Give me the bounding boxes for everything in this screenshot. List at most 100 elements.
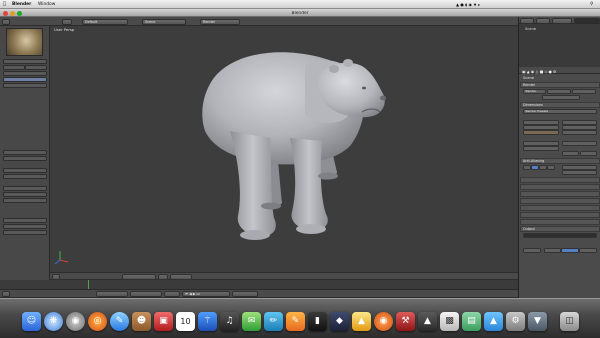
preview-icon[interactable]: ▩	[440, 312, 459, 331]
inkscape-icon[interactable]: ▲	[418, 312, 437, 331]
render-presets-select[interactable]: Render Presets	[523, 109, 597, 114]
panel-stamp[interactable]	[520, 212, 600, 218]
file-format-select[interactable]	[523, 248, 541, 253]
output-panel-header[interactable]: Output	[520, 226, 600, 232]
tool-row-5[interactable]	[3, 77, 47, 82]
utility-icon[interactable]: ⚒	[396, 312, 415, 331]
panel-performance[interactable]	[520, 191, 600, 197]
audio-button[interactable]	[572, 89, 596, 94]
sync-mode-select[interactable]	[232, 290, 258, 297]
chrome-icon[interactable]: ◉	[66, 312, 85, 331]
aa-filter-size-field[interactable]	[562, 170, 597, 175]
aspect-y-field[interactable]	[523, 146, 559, 151]
tool-row-12[interactable]	[3, 192, 47, 197]
current-frame-field[interactable]	[164, 290, 180, 297]
window-menu[interactable]: Window	[38, 2, 55, 7]
panel-shading[interactable]	[520, 184, 600, 190]
tool-row-1[interactable]	[3, 59, 47, 64]
aa-samples-11[interactable]	[539, 165, 547, 170]
color-rgb-button[interactable]	[561, 248, 579, 253]
outliner-scene[interactable]: Scene	[525, 27, 597, 32]
aa-samples-8[interactable]	[531, 165, 539, 170]
blender-icon[interactable]: ◉	[374, 312, 393, 331]
timeline-playhead[interactable]	[88, 280, 89, 289]
mode-select[interactable]	[122, 273, 156, 280]
3d-viewport[interactable]: User Persp	[50, 26, 518, 272]
display-select[interactable]	[542, 95, 580, 100]
properties-context-icons[interactable]: ▣ ▲ ◉ △ ■ ◇ ● ⚙	[522, 69, 556, 74]
trash-icon[interactable]: ◫	[560, 312, 579, 331]
editor-type-icon[interactable]	[2, 18, 10, 25]
outliner-tab-search[interactable]	[536, 17, 550, 24]
panel-sampled-motion-blur[interactable]	[520, 177, 600, 183]
safari-icon[interactable]: ❋	[44, 312, 63, 331]
pages-icon[interactable]: ✎	[286, 312, 305, 331]
playback-controls[interactable]: ⏮ ◀ ▶ ⏭	[182, 290, 230, 297]
frame-rate-select[interactable]	[562, 141, 597, 146]
tool-row-8[interactable]	[3, 156, 47, 161]
tool-row-9[interactable]	[3, 168, 47, 173]
tool-row-7[interactable]	[3, 150, 47, 155]
panel-bake[interactable]	[520, 219, 600, 225]
tool-row-3[interactable]	[25, 65, 47, 70]
aa-samples-5[interactable]	[523, 165, 531, 170]
outliner-item-active[interactable]	[531, 45, 597, 50]
screen-layout-select[interactable]: Default	[82, 18, 128, 25]
finder-icon[interactable]: ☺	[22, 312, 41, 331]
mail-icon[interactable]: ✉	[242, 312, 261, 331]
outliner-item-1[interactable]	[531, 33, 597, 38]
keynote-icon[interactable]: ▲	[484, 312, 503, 331]
outliner-search-input[interactable]	[574, 18, 600, 23]
tool-row-6[interactable]	[3, 83, 47, 88]
after-effects-icon[interactable]: ◆	[330, 312, 349, 331]
contacts-icon[interactable]: ☻	[132, 312, 151, 331]
downloads-stack-icon[interactable]: ▼	[528, 312, 547, 331]
brush-preview-thumbnail[interactable]	[6, 28, 43, 56]
tool-row-11[interactable]	[3, 186, 47, 191]
app-menu-blender[interactable]: Blender	[12, 2, 31, 7]
output-path-field[interactable]	[523, 233, 597, 238]
animation-button[interactable]	[547, 89, 571, 94]
viewport-shading-select[interactable]	[158, 273, 168, 280]
firefox-icon[interactable]: ◎	[88, 312, 107, 331]
calendar-icon[interactable]: 10	[176, 312, 195, 331]
timeline[interactable]	[0, 280, 600, 290]
time-remap-old-field[interactable]	[562, 151, 579, 156]
frame-step-field[interactable]	[562, 130, 597, 135]
photo-booth-icon[interactable]: ▣	[154, 312, 173, 331]
viewport-pivot-buttons[interactable]	[170, 273, 192, 280]
status-icons[interactable]: ▲ ● ◖ ◉ ♦ ▸	[456, 2, 480, 7]
apple-menu-icon[interactable]: 	[3, 1, 6, 7]
tool-row-14[interactable]	[3, 218, 47, 223]
color-bw-button[interactable]	[544, 248, 561, 253]
frame-end-field[interactable]	[130, 290, 162, 297]
scene-select[interactable]: Scene	[142, 18, 186, 25]
system-preferences-icon[interactable]: ⚙	[506, 312, 525, 331]
timeline-editor-type-icon[interactable]	[2, 290, 10, 297]
dimensions-panel-header[interactable]: Dimensions	[520, 102, 600, 108]
outliner-tab-view[interactable]	[520, 17, 534, 24]
polar-bear-mesh[interactable]	[202, 52, 386, 240]
vlc-icon[interactable]: ▲	[352, 312, 371, 331]
panel-freestyle[interactable]	[520, 205, 600, 211]
render-button[interactable]: Render	[523, 89, 546, 94]
render-panel-header[interactable]: Render	[520, 82, 600, 88]
anti-aliasing-panel-header[interactable]: Anti-Aliasing	[520, 158, 600, 164]
itunes-icon[interactable]: ♫	[220, 312, 239, 331]
notes-icon[interactable]: ✏	[264, 312, 283, 331]
tool-row-13[interactable]	[3, 198, 47, 203]
messages-icon[interactable]: ✎	[110, 312, 129, 331]
spotlight-icon[interactable]: ⚲	[590, 2, 593, 7]
outliner-item-2[interactable]	[531, 39, 597, 44]
outliner-tab-all-scenes[interactable]	[552, 17, 572, 24]
color-rgba-button[interactable]	[579, 248, 597, 253]
tool-row-15[interactable]	[3, 224, 47, 229]
tool-row-2[interactable]	[3, 65, 25, 70]
app-store-icon[interactable]: ⚚	[198, 312, 217, 331]
viewport-editor-type-icon[interactable]	[52, 273, 60, 280]
tool-row-4[interactable]	[3, 71, 47, 76]
render-engine-select[interactable]: Render	[200, 18, 240, 25]
frame-start-field[interactable]	[96, 290, 128, 297]
terminal-icon[interactable]: ▮	[308, 312, 327, 331]
aa-samples-16[interactable]	[547, 165, 555, 170]
